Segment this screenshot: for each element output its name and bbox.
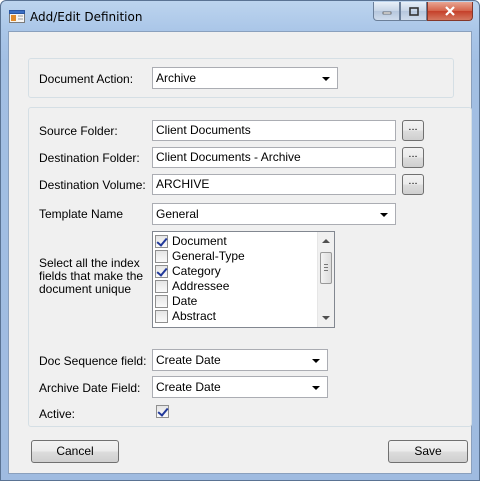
index-fields-checklist[interactable]: Document General-Type Category Addressee Dat… <box>152 231 335 328</box>
index-field-checkbox[interactable] <box>155 295 168 308</box>
doc-sequence-select[interactable]: Create Date <box>152 349 328 371</box>
document-action-label: Document Action: <box>39 72 134 86</box>
title-bar[interactable]: Add/Edit Definition <box>1 1 479 31</box>
chevron-down-icon <box>322 77 330 81</box>
doc-sequence-label: Doc Sequence field: <box>39 354 147 368</box>
chevron-down-icon <box>312 359 320 363</box>
window-title: Add/Edit Definition <box>30 10 143 24</box>
index-fields-label: Select all the index fields that make th… <box>39 256 144 296</box>
index-field-checkbox[interactable] <box>155 265 168 278</box>
cancel-button[interactable]: Cancel <box>31 440 119 463</box>
index-field-checkbox[interactable] <box>155 310 168 323</box>
archive-date-value: Create Date <box>156 380 221 394</box>
index-field-label: Date <box>172 294 198 308</box>
document-action-value: Archive <box>156 71 197 85</box>
index-field-label: General-Type <box>172 249 245 263</box>
close-icon <box>445 6 455 16</box>
index-field-label: Abstract <box>172 309 217 323</box>
dialog-client-area: Document Action: Archive Source Folder: … <box>8 31 472 474</box>
dialog-window: Add/Edit Definition Document Action: Arc… <box>0 0 480 481</box>
save-button[interactable]: Save <box>388 440 468 463</box>
scroll-thumb[interactable] <box>320 252 332 284</box>
active-label: Active: <box>39 407 76 421</box>
chevron-down-icon <box>312 386 320 390</box>
active-checkbox[interactable] <box>156 405 169 418</box>
template-name-select[interactable]: General <box>152 203 396 225</box>
maximize-button[interactable] <box>400 2 427 21</box>
index-field-item[interactable]: Category <box>153 264 317 279</box>
template-name-label: Template Name <box>39 207 124 221</box>
source-folder-label: Source Folder: <box>39 124 118 138</box>
index-fields-scrollbar[interactable] <box>317 232 334 327</box>
document-action-select[interactable]: Archive <box>152 67 338 89</box>
minimize-button[interactable] <box>373 2 400 21</box>
index-field-label: Document <box>172 234 227 248</box>
destination-volume-field[interactable]: ARCHIVE <box>152 174 396 195</box>
destination-volume-label: Destination Volume: <box>39 178 146 192</box>
index-field-item[interactable]: Document <box>153 234 317 249</box>
index-field-checkbox[interactable] <box>155 250 168 263</box>
window-controls <box>373 2 473 22</box>
source-folder-value: Client Documents <box>156 123 251 137</box>
index-field-item[interactable]: Date <box>153 294 317 309</box>
index-field-checkbox[interactable] <box>155 235 168 248</box>
scroll-up-icon[interactable] <box>322 239 330 243</box>
index-field-checkbox[interactable] <box>155 280 168 293</box>
source-folder-browse-button[interactable]: ... <box>402 120 424 141</box>
index-field-item[interactable]: Abstract <box>153 309 317 324</box>
maximize-icon <box>408 6 419 16</box>
destination-volume-value: ARCHIVE <box>156 177 210 191</box>
destination-folder-value: Client Documents - Archive <box>156 150 301 164</box>
destination-folder-field[interactable]: Client Documents - Archive <box>152 147 396 168</box>
scroll-down-icon[interactable] <box>322 316 330 320</box>
index-field-label: Addressee <box>172 279 230 293</box>
destination-volume-browse-button[interactable]: ... <box>402 174 424 195</box>
chevron-down-icon <box>380 213 388 217</box>
index-field-label: Category <box>172 264 221 278</box>
destination-folder-label: Destination Folder: <box>39 151 140 165</box>
index-field-item[interactable]: General-Type <box>153 249 317 264</box>
app-icon <box>9 10 25 23</box>
archive-date-label: Archive Date Field: <box>39 381 141 395</box>
index-field-item[interactable]: Addressee <box>153 279 317 294</box>
doc-sequence-value: Create Date <box>156 353 221 367</box>
document-action-group: Document Action: Archive <box>28 58 454 98</box>
template-name-value: General <box>156 207 199 221</box>
archive-date-select[interactable]: Create Date <box>152 376 328 398</box>
destination-folder-browse-button[interactable]: ... <box>402 147 424 168</box>
definition-details-group: Source Folder: Client Documents ... Dest… <box>28 107 472 427</box>
source-folder-field[interactable]: Client Documents <box>152 120 396 141</box>
close-button[interactable] <box>427 2 473 21</box>
minimize-icon <box>382 11 391 15</box>
